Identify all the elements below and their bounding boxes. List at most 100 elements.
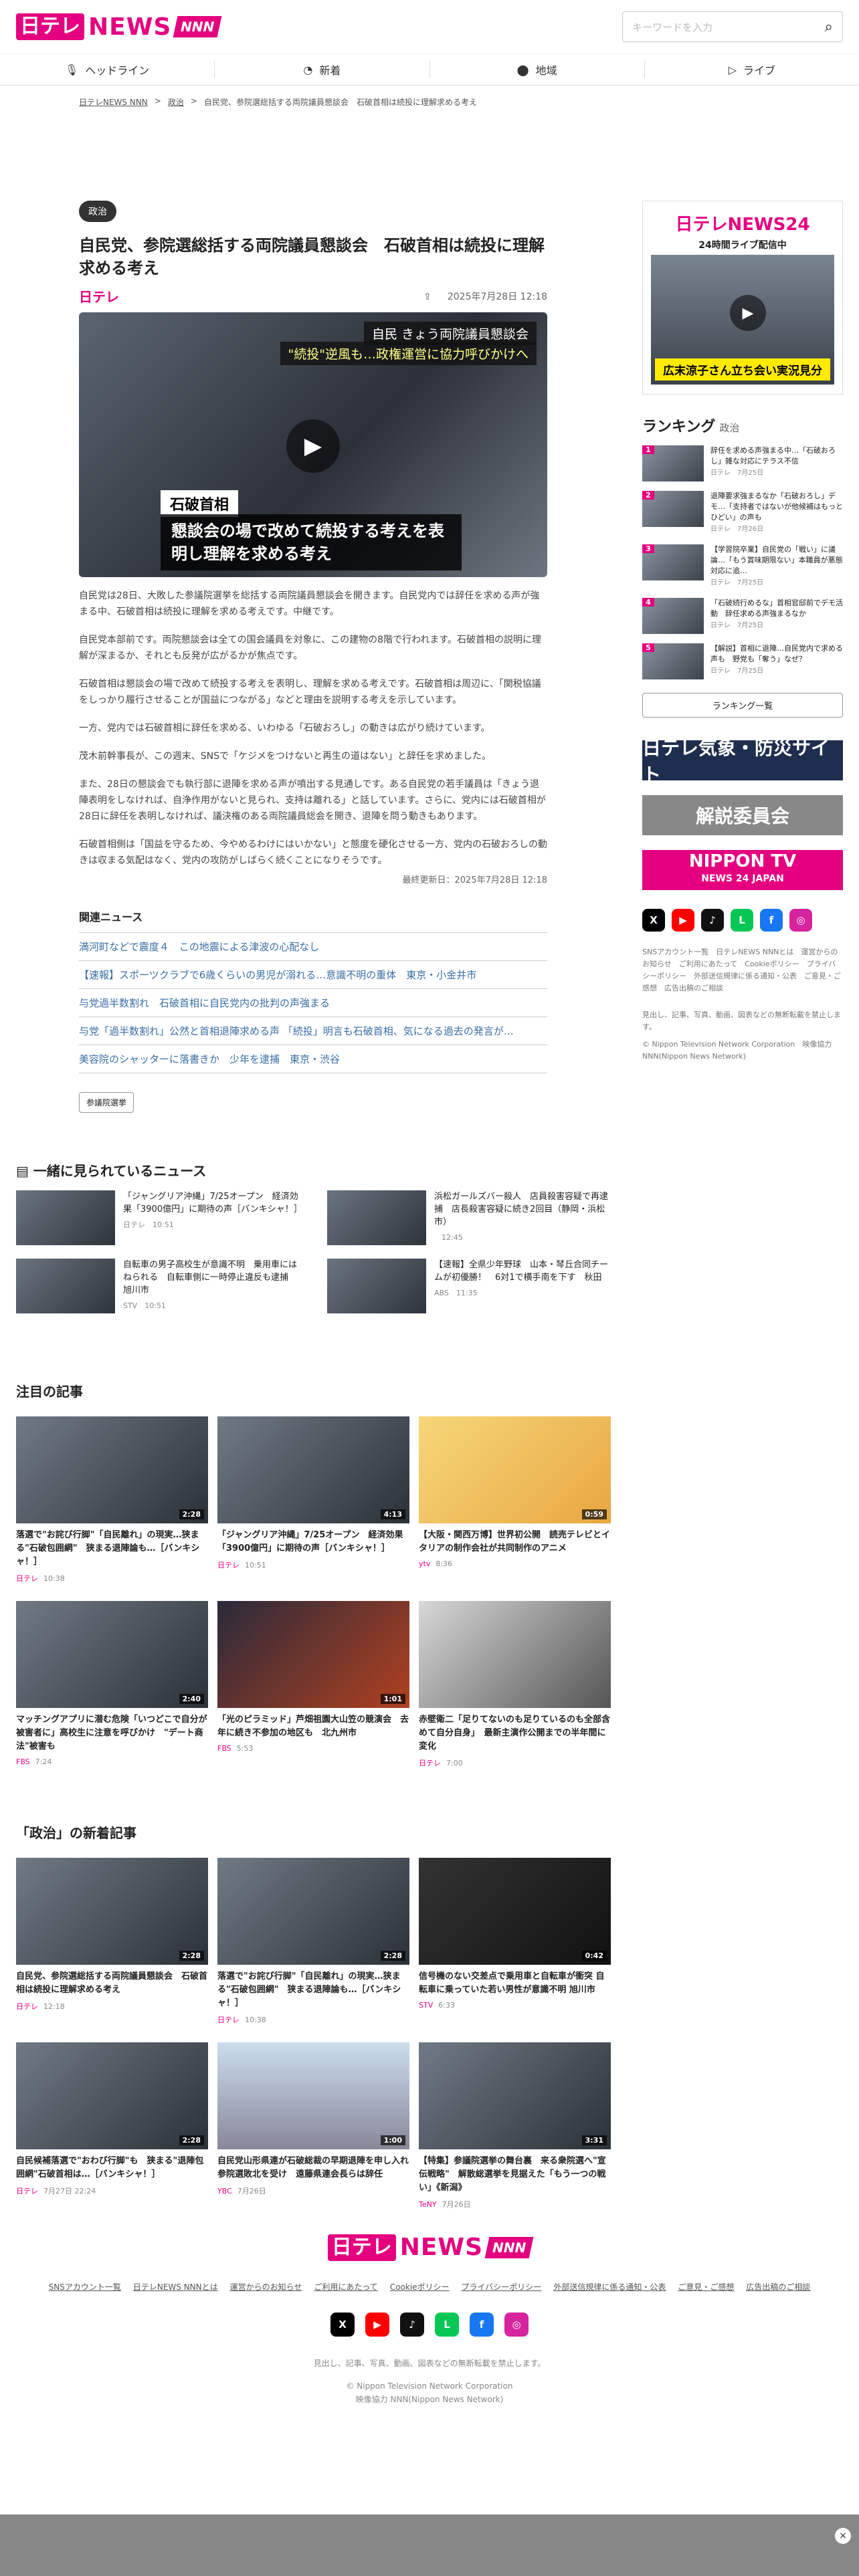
sidebar-note: 見出し、記事、写真、動画、図表などの無断転載を禁止します。 bbox=[642, 1010, 841, 1031]
footer-link[interactable]: 広告出稿のご相談 bbox=[746, 2281, 810, 2292]
card-title: 信号機のない交差点で乗用車と自転車が衝突 自転車に乗っていた若い男性が意識不明 … bbox=[419, 1971, 605, 1995]
article-card[interactable]: 赤壁衛二「足りてないのも足りているのも全部含めて自分自身」 最新主演作公開までの… bbox=[419, 1601, 611, 1768]
ntv-news24-banner[interactable]: NIPPON TV NEWS 24 JAPAN bbox=[642, 850, 843, 890]
article-card[interactable]: 3:31 【特集】参議院選挙の舞台裏 来る衆院選へ"宣伝戦略" 解散総選挙を見据え… bbox=[419, 2042, 611, 2210]
x-icon[interactable]: X bbox=[642, 909, 665, 932]
youtube-icon[interactable]: ▶ bbox=[365, 2313, 389, 2337]
news-date: 12:45 bbox=[442, 1233, 463, 1242]
close-icon[interactable]: × bbox=[835, 2528, 851, 2544]
facebook-icon[interactable]: f bbox=[760, 909, 783, 932]
live-subtitle: 24時間ライブ配信中 bbox=[698, 240, 787, 251]
commentary-banner[interactable]: 解説委員会 bbox=[642, 795, 843, 835]
logo-news: NEWS bbox=[399, 2234, 484, 2261]
instagram-icon[interactable]: ◎ bbox=[789, 909, 812, 932]
footer-link[interactable]: ご意見・ご感想 bbox=[678, 2281, 734, 2292]
site-logo[interactable]: 日テレ NEWS NNN bbox=[16, 13, 222, 41]
article-card[interactable]: 2:28 落選で"お詫び行脚"「自民離れ」の現実…狭まる"石破包囲網" 狭まる退陣… bbox=[217, 1858, 409, 2025]
banner-line: NEWS 24 JAPAN bbox=[701, 873, 784, 884]
footer-link[interactable]: 外部送信規律に係る通知・公表 bbox=[553, 2281, 666, 2292]
nav-live[interactable]: ▷ ライブ bbox=[645, 61, 859, 78]
youtube-icon[interactable]: ▶ bbox=[672, 909, 694, 932]
footer-link[interactable]: プライバシーポリシー bbox=[462, 2281, 542, 2292]
article-card[interactable]: 2:28 自民候補落選で"おわび行脚"も 狭まる"退陣包囲網"石破首相は…［バンキ… bbox=[16, 2042, 208, 2210]
ad-banner[interactable]: × bbox=[0, 2514, 859, 2576]
ranking-source: 日テレ bbox=[710, 469, 731, 477]
category-tag[interactable]: 政治 bbox=[79, 201, 116, 222]
footer-link[interactable]: Cookieポリシー bbox=[390, 2281, 450, 2292]
article-card[interactable]: 2:28 落選で"お詫び行脚"「自民離れ」の現実…狭まる"石破包囲網" 狭まる退陣… bbox=[16, 1416, 208, 1584]
featured-articles: 注目の記事 2:28 落選で"お詫び行脚"「自民離れ」の現実…狭まる"石破包囲網"… bbox=[16, 1381, 611, 1768]
live-box[interactable]: 日テレNEWS24 24時間ライブ配信中 ▶ 広末涼子さん立ち会い実況見分 bbox=[642, 201, 843, 395]
footer-link[interactable]: ご利用にあたって bbox=[314, 2281, 377, 2292]
related-link[interactable]: 与党「過半数割れ」公然と首相退陣求める声 「続投」明言も石破首相、気になる過去の… bbox=[79, 1017, 547, 1045]
sidebar-links[interactable]: SNSアカウント一覧 日テレNEWS NNNとは 運営からのお知らせ ご利用にあ… bbox=[642, 946, 843, 994]
breadcrumb-politics[interactable]: 政治 bbox=[168, 96, 184, 108]
ranking-item[interactable]: 1 辞任を求める声強まる中…「石破おろし」雑な対応にテラス不信 日テレ 7月25日 bbox=[642, 445, 843, 481]
line-icon[interactable]: L bbox=[435, 2313, 459, 2337]
play-icon[interactable]: ▶ bbox=[730, 295, 766, 331]
breadcrumb-home[interactable]: 日テレNEWS NNN bbox=[79, 96, 148, 108]
rank-number: 1 bbox=[642, 445, 654, 454]
hero-caption: "続投"逆風も…政権運営に協力呼びかけへ bbox=[280, 342, 537, 365]
thumbnail bbox=[16, 1190, 115, 1245]
ranking-item[interactable]: 2 退陣要求強まるなか「石破おろし」デモ…「支持者ではないが他候補はもっとひどい」… bbox=[642, 491, 843, 535]
footer-logo[interactable]: 日テレ NEWS NNN bbox=[0, 2234, 859, 2261]
x-icon[interactable]: X bbox=[330, 2313, 355, 2337]
ranking-more-button[interactable]: ランキング一覧 bbox=[642, 693, 843, 718]
news-item[interactable]: 【速報】全県少年野球 山本・琴丘合同チームが初優勝！ 6対1で横手南を下す 秋田… bbox=[327, 1259, 611, 1313]
nav-region[interactable]: ⬤ 地域 bbox=[430, 61, 645, 78]
facebook-icon[interactable]: f bbox=[470, 2313, 494, 2337]
news-item[interactable]: 自転車の男子高校生が意識不明 乗用車にはねられる 自転車側に一時停止違反も逮捕 … bbox=[16, 1259, 300, 1313]
article-card[interactable]: 2:40 マッチングアプリに潜む危険「いつどこで自分が被害者に」高校生に注意を呼び… bbox=[16, 1601, 208, 1768]
related-link[interactable]: 満河町などで震度４ この地震による津波の心配なし bbox=[79, 933, 547, 961]
tiktok-icon[interactable]: ♪ bbox=[701, 909, 724, 932]
footer-link[interactable]: SNSアカウント一覧 bbox=[49, 2281, 121, 2292]
rank-number: 4 bbox=[642, 598, 654, 607]
weather-banner[interactable]: 日テレ気象・防災サイト bbox=[642, 737, 843, 786]
related-link[interactable]: 美容院のシャッターに落書きか 少年を逮捕 東京・渋谷 bbox=[79, 1045, 547, 1073]
instagram-icon[interactable]: ◎ bbox=[504, 2313, 529, 2337]
article-card[interactable]: 2:28 自民党、参院選総括する両院議員懇談会 石破首相は続投に理解求める考え 日テ… bbox=[16, 1858, 208, 2025]
article-card[interactable]: 0:59 【大阪・関西万博】世界初公開 読売テレビとイタリアの制作会社が共同制作の… bbox=[419, 1416, 611, 1584]
line-icon[interactable]: L bbox=[731, 909, 753, 932]
nav-new[interactable]: ◔ 新着 bbox=[215, 61, 430, 78]
thumbnail: 2:28 bbox=[16, 2042, 208, 2149]
card-source: 日テレ bbox=[16, 1574, 38, 1583]
search-icon[interactable]: ⌕ bbox=[825, 19, 833, 35]
play-button[interactable]: ▶ bbox=[286, 419, 340, 473]
ranking-item[interactable]: 4 「石破続行めるな」首相官邸前でデモ活動 辞任求める声強まるなか 日テレ 7月25… bbox=[642, 598, 843, 634]
sidebar: 日テレNEWS24 24時間ライブ配信中 ▶ 広末涼子さん立ち会い実況見分 ラン… bbox=[642, 201, 843, 1063]
article-card[interactable]: 0:42 信号機のない交差点で乗用車と自転車が衝突 自転車に乗っていた若い男性が意… bbox=[419, 1858, 611, 2025]
footer-note: 見出し、記事、写真、動画、図表などの無断転載を禁止します。 bbox=[313, 2359, 546, 2368]
related-link[interactable]: 【速報】スポーツクラブで6歳くらいの男児が溺れる…意識不明の重体 東京・小金井市 bbox=[79, 961, 547, 989]
logo-news: NEWS bbox=[88, 13, 172, 41]
card-date: 12:18 bbox=[43, 2002, 65, 2011]
search-input[interactable]: キーワードを入力 ⌕ bbox=[622, 11, 843, 42]
card-source: 日テレ bbox=[16, 2002, 38, 2011]
share-icon[interactable]: ⇪ bbox=[423, 292, 432, 302]
article-title: 自民党、参院選総括する両院議員懇談会 石破首相は続投に理解求める考え bbox=[79, 236, 545, 278]
live-video[interactable]: ▶ 広末涼子さん立ち会い実況見分 bbox=[651, 255, 834, 385]
logo-nnn: NNN bbox=[173, 16, 222, 37]
article-card[interactable]: 4:13 「ジャングリア沖縄」7/25オープン 経済効果「3900億円」に期待の声… bbox=[217, 1416, 409, 1584]
footer-link[interactable]: 運営からのお知らせ bbox=[230, 2281, 302, 2292]
news-item[interactable]: 「ジャングリア沖縄」7/25オープン 経済効果「3900億円」に期待の声［バンキ… bbox=[16, 1190, 302, 1245]
article-video[interactable]: 自民 きょう両院議員懇談会 "続投"逆風も…政権運営に協力呼びかけへ ▶ 石破首… bbox=[79, 312, 547, 577]
live-title: 日テレNEWS24 bbox=[675, 215, 810, 235]
ranking-item[interactable]: 5 【解説】首相に退陣…自民党内で求める声も 野党も「奪う」なぜ？ 日テレ 7月25… bbox=[642, 643, 843, 679]
footer-social: X ▶ ♪ L f ◎ bbox=[0, 2313, 859, 2337]
footer-link[interactable]: 日テレNEWS NNNとは bbox=[133, 2281, 218, 2292]
ranking-date: 7月25日 bbox=[737, 469, 764, 477]
thumbnail: 1:01 bbox=[217, 1601, 409, 1708]
news-item[interactable]: 浜松ガールズバー殺人 店員殺害容疑で再逮捕 店長殺害容疑に続き2回目（静岡・浜松… bbox=[327, 1190, 611, 1245]
ranking-item[interactable]: 3 【学習院卒業】自民党の「戦い」に議論…「もう賞味期限ない」本職員が悪態対応に追… bbox=[642, 544, 843, 588]
related-link[interactable]: 与党過半数割れ 石破首相に自民党内の批判の声強まる bbox=[79, 989, 547, 1017]
article-card[interactable]: 1:00 自民党山形県連が石破総裁の早期退陣を申し入れ 参院選敗北を受け 遠藤県連… bbox=[217, 2042, 417, 2210]
rank-number: 5 bbox=[642, 643, 654, 652]
video-duration: 4:13 bbox=[380, 1509, 405, 1519]
tiktok-icon[interactable]: ♪ bbox=[400, 2313, 424, 2337]
nav-headline[interactable]: 🎙 ヘッドライン bbox=[0, 61, 215, 78]
keyword-tag[interactable]: 参議院選挙 bbox=[79, 1092, 134, 1113]
article-card[interactable]: 1:01 「光のピラミッド」芦畑祖園大山笠の競演会 去年に続き不参加の地区も 北九… bbox=[217, 1601, 409, 1768]
card-source: 日テレ bbox=[419, 1759, 441, 1767]
